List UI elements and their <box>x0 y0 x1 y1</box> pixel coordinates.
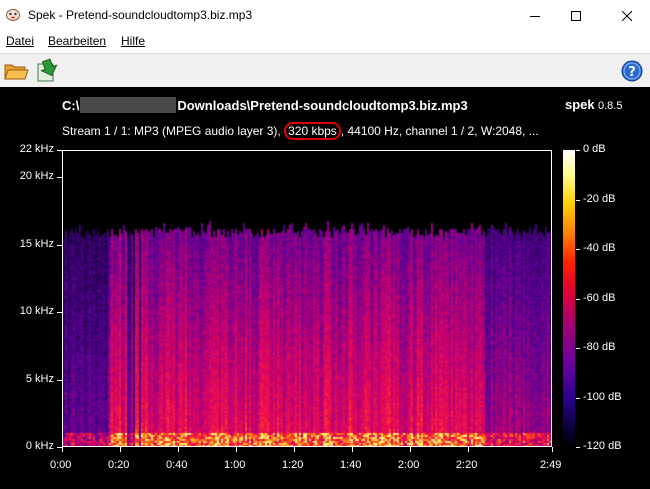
folder-open-icon <box>4 64 29 80</box>
frequency-tick <box>57 312 62 313</box>
brand-name: spek <box>565 97 595 112</box>
menu-bar: Datei Bearbeiten Hilfe <box>0 31 650 52</box>
svg-text:?: ? <box>628 65 636 80</box>
menu-bearbeiten-label: Bearbeiten <box>48 34 107 48</box>
time-tick <box>293 447 295 452</box>
spectrogram-canvas <box>63 151 551 446</box>
db-tick-label: -100 dB <box>583 390 622 403</box>
maximize-icon <box>571 10 581 21</box>
frequency-tick-label: 22 kHz <box>19 143 54 155</box>
stream-info: Stream 1 / 1: MP3 (MPEG audio layer 3), … <box>62 122 539 140</box>
close-button[interactable] <box>604 0 650 31</box>
minimize-icon <box>530 15 540 17</box>
file-path-prefix: C:\ <box>62 98 80 113</box>
redacted-path-segment <box>80 97 177 113</box>
spectrogram[interactable] <box>62 150 552 447</box>
time-tick <box>235 447 237 452</box>
db-tick <box>576 447 580 448</box>
toolbar: ? <box>0 53 650 87</box>
help-icon: ? <box>621 60 643 82</box>
time-tick-label: 1:00 <box>223 459 246 471</box>
time-tick <box>409 447 411 452</box>
minimize-button[interactable] <box>512 0 558 31</box>
time-tick <box>467 447 469 452</box>
spectrogram-panel: C:\ Downloads\Pretend-soundcloudtomp3.biz… <box>0 87 650 489</box>
time-tick-label: 2:20 <box>455 459 478 471</box>
menu-hilfe-label: Hilfe <box>121 34 146 48</box>
save-button[interactable] <box>33 58 59 84</box>
bitrate-highlight: 320 kbps <box>284 122 341 140</box>
db-tick-label: -60 dB <box>583 291 616 304</box>
menu-datei[interactable]: Datei <box>6 34 34 48</box>
window-title: Spek - Pretend-soundcloudtomp3.biz.mp3 <box>28 8 253 22</box>
menu-hilfe[interactable]: Hilfe <box>121 34 145 48</box>
time-tick-label: 0:00 <box>50 459 72 471</box>
file-path-suffix: Downloads\Pretend-soundcloudtomp3.biz.mp… <box>177 98 468 113</box>
time-tick-label: 1:20 <box>281 459 304 471</box>
menu-datei-label: Datei <box>6 34 35 48</box>
stream-info-suffix: , 44100 Hz, channel 1 / 2, W:2048, ... <box>340 124 539 138</box>
frequency-tick-label: 5 kHz <box>25 372 54 385</box>
db-tick <box>576 199 580 201</box>
time-tick <box>119 447 121 452</box>
time-tick-label: 0:20 <box>107 459 130 471</box>
spek-app-icon <box>6 9 20 21</box>
time-tick-label: 0:40 <box>165 459 188 471</box>
close-icon <box>622 10 632 21</box>
time-tick-label: 1:40 <box>339 459 362 471</box>
frequency-tick-label: 15 kHz <box>19 237 54 250</box>
frequency-tick <box>57 244 62 246</box>
file-path: C:\ Downloads\Pretend-soundcloudtomp3.biz… <box>62 97 468 113</box>
db-tick <box>576 348 580 349</box>
time-tick <box>62 447 63 452</box>
db-tick-label: -40 dB <box>583 242 616 254</box>
db-tick-label: -120 dB <box>583 440 622 452</box>
frequency-tick <box>57 177 62 178</box>
help-button[interactable]: ? <box>620 58 646 84</box>
db-tick <box>576 397 580 399</box>
db-color-scale <box>563 150 575 447</box>
brand-version: 0.8.5 <box>597 100 623 112</box>
save-icon <box>37 58 58 82</box>
app-brand: spek 0.8.5 <box>565 97 622 112</box>
time-tick <box>177 447 179 452</box>
stream-info-prefix: Stream 1 / 1: MP3 (MPEG audio layer 3), <box>62 124 285 138</box>
frequency-tick <box>57 379 62 381</box>
time-tick-label: 2:49 <box>540 459 562 471</box>
maximize-button[interactable] <box>553 0 599 31</box>
frequency-tick-label: 0 kHz <box>25 440 54 452</box>
db-tick-label: -20 dB <box>583 192 616 205</box>
menu-bearbeiten[interactable]: Bearbeiten <box>48 34 106 48</box>
db-tick <box>576 249 580 250</box>
db-tick <box>576 298 580 300</box>
db-tick-label: -80 dB <box>583 341 616 353</box>
open-file-button[interactable] <box>3 58 29 84</box>
db-tick <box>576 150 580 151</box>
title-bar: Spek - Pretend-soundcloudtomp3.biz.mp3 <box>0 0 650 31</box>
frequency-tick <box>57 150 62 151</box>
time-tick-label: 2:00 <box>397 459 420 471</box>
db-tick-label: 0 dB <box>583 143 606 155</box>
frequency-tick-label: 20 kHz <box>19 170 54 182</box>
time-tick <box>552 447 553 452</box>
time-tick <box>351 447 353 452</box>
frequency-tick-label: 10 kHz <box>19 305 54 317</box>
